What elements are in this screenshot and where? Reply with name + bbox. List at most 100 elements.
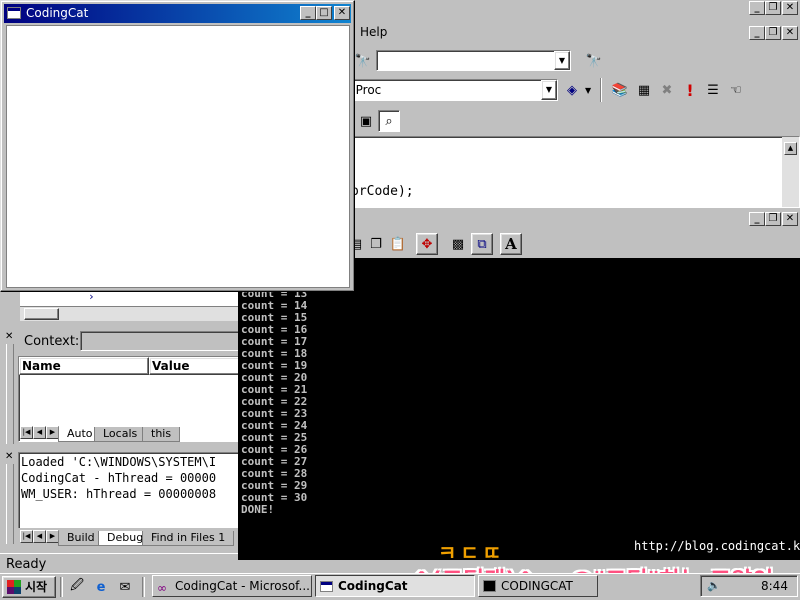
column-name-label: Name (22, 359, 61, 373)
output-minimize-button[interactable]: _ (749, 212, 765, 226)
taskbar-button-codingcat-label: CodingCat (338, 579, 408, 593)
context-combo[interactable] (80, 331, 240, 351)
tab-locals[interactable]: Locals (94, 427, 147, 442)
scroll-thumb[interactable] (24, 308, 59, 320)
compile-icon[interactable]: 📚 (609, 79, 631, 101)
menu-help-label: Help (360, 25, 388, 39)
output-tab-scroll-first[interactable]: |◀ (20, 530, 33, 543)
clock[interactable]: 8:44 (761, 579, 788, 593)
variables-grip (6, 344, 14, 444)
scroll-up-button[interactable]: ▲ (784, 142, 797, 155)
mdi-minimize-button[interactable]: _ (749, 26, 765, 40)
status-text: Ready (6, 557, 47, 572)
ide-minimize-button[interactable]: _ (749, 1, 765, 15)
column-header-name[interactable]: Name (19, 357, 149, 375)
app-title-bar[interactable]: CodingCat _ □ ✕ (4, 4, 351, 23)
code-editor[interactable]: orCode); ▲ (340, 136, 800, 208)
watermark-url: http://blog.codingcat.kr/ (634, 539, 800, 553)
mdi-close-button[interactable]: ✕ (782, 26, 798, 40)
console-output: count = 11count = 12count = 13count = 14… (241, 258, 307, 516)
tab-auto-label: Auto (67, 427, 93, 440)
internet-explorer-icon[interactable]: e (90, 576, 112, 598)
taskbar-button-ide[interactable]: ∞ CodingCat - Microsof... (152, 575, 312, 597)
app-close-button[interactable]: ✕ (334, 6, 350, 20)
app-icon (7, 7, 21, 19)
toolbar-separator (600, 78, 602, 102)
app-maximize-button[interactable]: □ (316, 6, 332, 20)
code-line: orCode); (351, 184, 414, 199)
tab-locals-label: Locals (103, 427, 138, 440)
outlook-express-icon[interactable]: ✉ (114, 576, 136, 598)
column-header-value[interactable]: Value (149, 357, 241, 375)
output-close-icon[interactable]: ✕ (5, 451, 13, 462)
windows-icon[interactable]: ⧉ (471, 233, 493, 255)
tab-this-label: this (151, 427, 172, 440)
msdos-icon (483, 580, 496, 592)
class-view-icon[interactable]: ▣ (355, 110, 377, 132)
taskbar-button-console[interactable]: CODINGCAT (478, 575, 598, 597)
function-combo-dropdown-button[interactable]: ▼ (541, 80, 557, 100)
tab-scroll-first[interactable]: |◀ (20, 426, 33, 439)
console-line: DONE! (241, 503, 275, 516)
output-line: Loaded 'C:\WINDOWS\SYSTEM\I (21, 455, 217, 469)
code-strip-scrollbar[interactable] (20, 306, 238, 321)
menu-item-help[interactable]: Help (360, 25, 387, 39)
tray-volume-icon[interactable]: 🔈 (707, 579, 721, 592)
find-combo[interactable]: ▼ (376, 50, 571, 71)
tab-find-in-files-label: Find in Files 1 (151, 531, 226, 544)
app-window[interactable]: CodingCat _ □ ✕ (0, 0, 355, 292)
context-label: Context: (24, 334, 80, 349)
windows-logo-icon (7, 580, 21, 594)
task-separator (142, 577, 145, 597)
tab-build[interactable]: Build (58, 531, 104, 546)
quick-launch-separator (60, 577, 63, 597)
ide-restore-button[interactable]: ❐ (765, 1, 781, 15)
ide-close-button[interactable]: ✕ (782, 1, 798, 15)
stop-build-icon[interactable]: ✖ (656, 79, 678, 101)
find-icon[interactable]: 🔭 (352, 50, 374, 72)
visual-studio-icon: ∞ (157, 581, 167, 595)
build-icon[interactable]: ▦ (633, 79, 655, 101)
start-label: 시작 (25, 580, 48, 594)
insert-breakpoint-icon[interactable]: ☰ (702, 79, 724, 101)
find-in-files-icon[interactable]: 🔭 (583, 50, 605, 72)
show-desktop-icon[interactable]: 🖉 (66, 576, 88, 598)
output-tab-scroll-prev[interactable]: ◀ (33, 530, 46, 543)
watch-icon[interactable]: ▩ (447, 233, 469, 255)
function-combo[interactable]: dProc ▼ (345, 79, 558, 101)
editor-scrollbar[interactable]: ▲ (782, 137, 799, 207)
console-window[interactable]: count = 11count = 12count = 13count = 14… (238, 258, 800, 560)
tab-build-label: Build (67, 531, 95, 544)
output-close-button[interactable]: ✕ (782, 212, 798, 226)
taskbar-button-console-label: CODINGCAT (501, 579, 573, 593)
taskbar-button-codingcat[interactable]: CodingCat (315, 575, 475, 597)
paste-icon[interactable]: 📋 (387, 233, 409, 255)
output-line: CodingCat - hThread = 00000 (21, 471, 217, 485)
app-client-area[interactable] (6, 25, 350, 288)
tab-this[interactable]: this (142, 427, 181, 442)
execute-icon[interactable]: ! (679, 79, 701, 101)
app-minimize-button[interactable]: _ (300, 6, 316, 20)
copy-icon[interactable]: ❐ (365, 233, 387, 255)
hand-icon[interactable]: ☜ (725, 79, 747, 101)
window-app-icon (320, 581, 333, 592)
tab-find-in-files[interactable]: Find in Files 1 (142, 531, 235, 546)
wizard-dropdown-icon[interactable]: ▼ (585, 86, 591, 95)
output-tab-bar: |◀ ◀ ▶ Build Debug Find in Files 1 (18, 528, 240, 546)
find-combo-dropdown-button[interactable]: ▼ (554, 51, 570, 70)
output-line: WM_USER: hThread = 00000008 (21, 487, 217, 501)
file-view-icon[interactable]: ⌕ (378, 110, 400, 132)
breakpoint-target-icon[interactable]: ✥ (416, 233, 438, 255)
mdi-restore-button[interactable]: ❐ (765, 26, 781, 40)
start-button[interactable]: 시작 (2, 576, 56, 598)
wizard-action-icon[interactable]: ◈ (561, 79, 583, 101)
variables-tab-bar: |◀ ◀ ▶ Auto Locals this (18, 424, 240, 442)
variables-close-icon[interactable]: ✕ (5, 331, 13, 342)
tab-scroll-prev[interactable]: ◀ (33, 426, 46, 439)
output-grip (6, 464, 14, 544)
taskbar-button-ide-label: CodingCat - Microsof... (175, 579, 310, 593)
system-tray: 🔈 8:44 (700, 575, 798, 597)
variables-panel: ✕ Context: Name Value |◀ ◀ ▶ Auto Locals… (0, 328, 241, 445)
font-icon[interactable]: A (500, 233, 522, 255)
output-restore-button[interactable]: ❐ (765, 212, 781, 226)
